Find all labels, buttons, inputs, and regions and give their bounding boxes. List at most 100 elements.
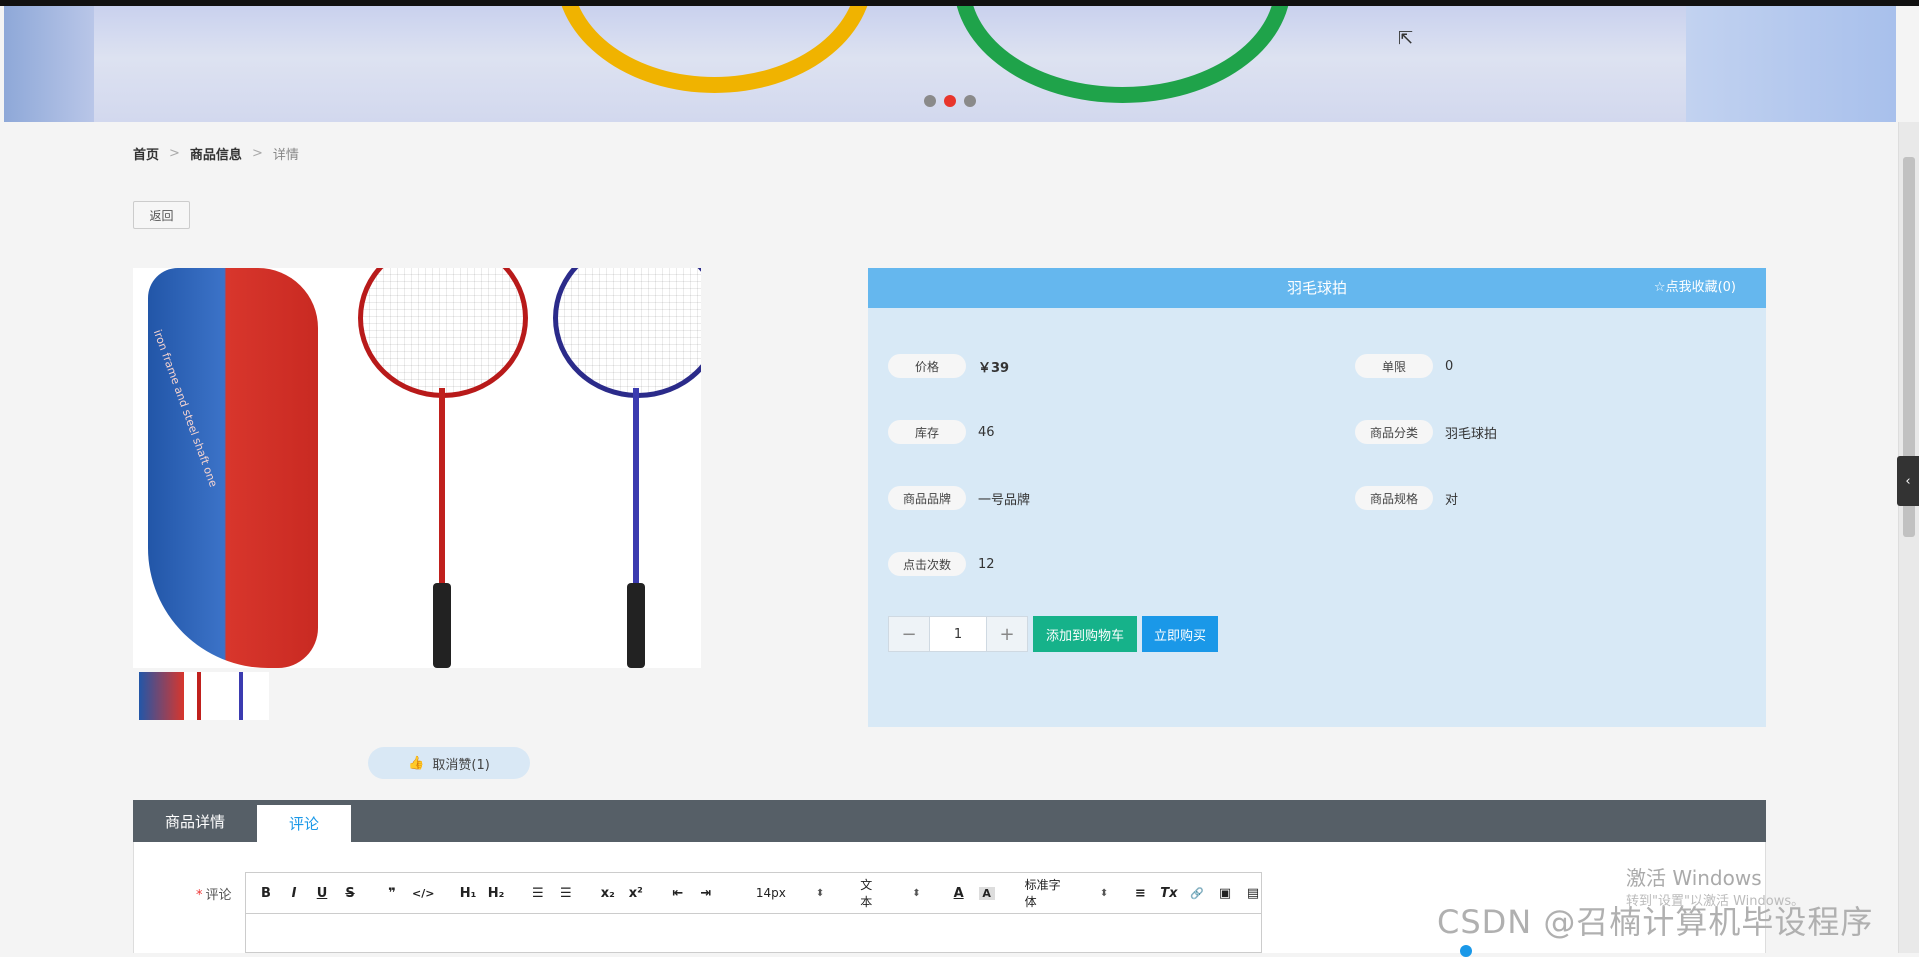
add-to-cart-button[interactable]: 添加到购物车 bbox=[1033, 616, 1137, 652]
thumbnail-racket-red bbox=[197, 672, 201, 720]
racket-grip-red bbox=[433, 583, 451, 668]
windows-activation-title: 激活 Windows bbox=[1626, 866, 1762, 890]
blockquote-icon[interactable]: ❞ bbox=[384, 886, 400, 901]
product-main-image: iron frame and steel shaft one bbox=[133, 268, 701, 668]
brand-field: 商品品牌 一号品牌 bbox=[888, 486, 1030, 510]
breadcrumb-product-info[interactable]: 商品信息 bbox=[190, 144, 242, 163]
csdn-watermark: CSDN @召楠计算机毕设程序 bbox=[1437, 903, 1874, 941]
clicks-field: 点击次数 12 bbox=[888, 552, 995, 576]
comment-label: * 评论 bbox=[196, 884, 232, 903]
side-panel-toggle-icon[interactable]: ‹ bbox=[1897, 456, 1919, 506]
align-icon[interactable]: ≡ bbox=[1132, 886, 1148, 901]
quantity-plus-button[interactable]: + bbox=[986, 616, 1028, 652]
racket-head-blue bbox=[553, 268, 701, 398]
font-family-value: 标准字体 bbox=[1024, 878, 1061, 909]
indent-icon[interactable]: ⇥ bbox=[698, 886, 714, 901]
back-button[interactable]: 返回 bbox=[133, 201, 190, 229]
category-value: 羽毛球拍 bbox=[1445, 426, 1498, 442]
quantity-minus-button[interactable]: − bbox=[888, 616, 930, 652]
category-field: 商品分类 羽毛球拍 bbox=[1355, 420, 1497, 444]
clicks-label: 点击次数 bbox=[888, 552, 966, 576]
banner-carousel[interactable]: ⇱ bbox=[4, 6, 1896, 122]
olympic-ring-yellow bbox=[556, 6, 873, 93]
thumbnail-racket-blue bbox=[239, 672, 243, 720]
heading-2-icon[interactable]: H₂ bbox=[488, 886, 505, 901]
comment-label-text: 评论 bbox=[205, 888, 232, 903]
strikethrough-icon[interactable]: S bbox=[342, 886, 358, 901]
detail-tabs: 商品详情 评论 bbox=[133, 800, 1766, 842]
banner-sky-left bbox=[4, 6, 94, 122]
carousel-dot-1[interactable] bbox=[924, 95, 936, 107]
scroll-indicator-dot bbox=[1460, 945, 1472, 957]
tab-product-detail[interactable]: 商品详情 bbox=[133, 800, 257, 842]
spec-field: 商品规格 对 bbox=[1355, 486, 1458, 510]
stock-value: 46 bbox=[978, 424, 995, 440]
select-arrow-icon: ⬍ bbox=[1099, 887, 1109, 899]
product-thumbnail[interactable] bbox=[139, 672, 269, 720]
breadcrumb: 首页 > 商品信息 > 详情 bbox=[133, 144, 299, 163]
comment-editor[interactable]: B I U S ❞ </> H₁ H₂ ☰ ☰ x₂ x² ⇤ ⇥ 14px ⬍… bbox=[245, 872, 1262, 953]
select-arrow-icon: ⬍ bbox=[912, 887, 921, 899]
page-scrollbar[interactable] bbox=[1898, 122, 1919, 953]
buy-now-button[interactable]: 立即购买 bbox=[1142, 616, 1218, 652]
code-block-icon[interactable]: </> bbox=[412, 887, 434, 900]
price-field: 价格 ￥39 bbox=[888, 354, 1009, 378]
like-button[interactable]: 👍 取消赞(1) bbox=[368, 747, 530, 779]
carousel-dot-2[interactable] bbox=[944, 95, 956, 107]
select-arrow-icon: ⬍ bbox=[815, 887, 825, 899]
product-info-header: 羽毛球拍 ☆点我收藏(0) bbox=[868, 268, 1766, 308]
racket-shaft-blue bbox=[633, 388, 639, 588]
editor-toolbar: B I U S ❞ </> H₁ H₂ ☰ ☰ x₂ x² ⇤ ⇥ 14px ⬍… bbox=[246, 873, 1261, 914]
image-icon[interactable]: ▣ bbox=[1217, 886, 1233, 901]
subscript-icon[interactable]: x₂ bbox=[600, 886, 616, 901]
price-value: ￥39 bbox=[978, 360, 1010, 376]
product-info-panel: 羽毛球拍 ☆点我收藏(0) 价格 ￥39 单限 0 库存 46 商品分类 羽毛球… bbox=[868, 268, 1766, 727]
ordered-list-icon[interactable]: ☰ bbox=[530, 886, 546, 901]
underline-icon[interactable]: U bbox=[314, 886, 330, 901]
brand-value: 一号品牌 bbox=[978, 492, 1031, 508]
italic-icon[interactable]: I bbox=[286, 886, 302, 901]
tab-comment[interactable]: 评论 bbox=[257, 805, 352, 842]
racket-grip-blue bbox=[627, 583, 645, 668]
olympic-ring-green bbox=[954, 6, 1291, 103]
outdent-icon[interactable]: ⇤ bbox=[670, 886, 686, 901]
font-size-select[interactable]: 14px ⬍ bbox=[756, 886, 824, 900]
video-icon[interactable]: ▤ bbox=[1245, 886, 1261, 901]
brand-label: 商品品牌 bbox=[888, 486, 966, 510]
thumbs-up-icon: 👍 bbox=[408, 755, 425, 771]
heading-1-icon[interactable]: H₁ bbox=[460, 886, 477, 901]
favorite-button[interactable]: ☆点我收藏(0) bbox=[1654, 268, 1736, 308]
link-icon[interactable]: 🔗 bbox=[1189, 887, 1205, 900]
text-type-value: 文本 bbox=[860, 878, 873, 909]
like-label: 取消赞(1) bbox=[432, 757, 490, 773]
superscript-icon[interactable]: x² bbox=[628, 886, 644, 901]
limit-value: 0 bbox=[1445, 358, 1454, 374]
clear-format-icon[interactable]: Tx bbox=[1160, 886, 1177, 901]
product-title: 羽毛球拍 bbox=[1286, 279, 1347, 297]
carousel-dot-3[interactable] bbox=[964, 95, 976, 107]
stock-label: 库存 bbox=[888, 420, 966, 444]
thumbnail-bag bbox=[139, 672, 184, 720]
breadcrumb-separator: > bbox=[169, 146, 180, 161]
bold-icon[interactable]: B bbox=[258, 886, 274, 901]
quantity-input[interactable]: 1 bbox=[930, 616, 986, 652]
spec-value: 对 bbox=[1445, 492, 1459, 508]
bullet-list-icon[interactable]: ☰ bbox=[558, 886, 574, 901]
racket-head-red bbox=[358, 268, 528, 398]
clicks-value: 12 bbox=[978, 556, 995, 572]
font-color-icon[interactable]: A bbox=[951, 886, 967, 901]
quantity-stepper: − 1 + bbox=[888, 616, 1028, 652]
banner-sky-right bbox=[1686, 6, 1896, 122]
stock-field: 库存 46 bbox=[888, 420, 995, 444]
text-type-select[interactable]: 文本 ⬍ bbox=[860, 876, 920, 910]
breadcrumb-current: 详情 bbox=[272, 148, 299, 163]
breadcrumb-separator: > bbox=[251, 146, 263, 161]
mouse-cursor-icon: ⇱ bbox=[1398, 28, 1414, 49]
font-family-select[interactable]: 标准字体 ⬍ bbox=[1025, 876, 1109, 910]
racket-shaft-red bbox=[439, 388, 445, 588]
required-mark: * bbox=[196, 888, 203, 903]
limit-label: 单限 bbox=[1355, 354, 1433, 378]
breadcrumb-home[interactable]: 首页 bbox=[133, 144, 159, 163]
carousel-dots bbox=[924, 95, 976, 107]
background-color-icon[interactable]: A bbox=[978, 886, 995, 900]
